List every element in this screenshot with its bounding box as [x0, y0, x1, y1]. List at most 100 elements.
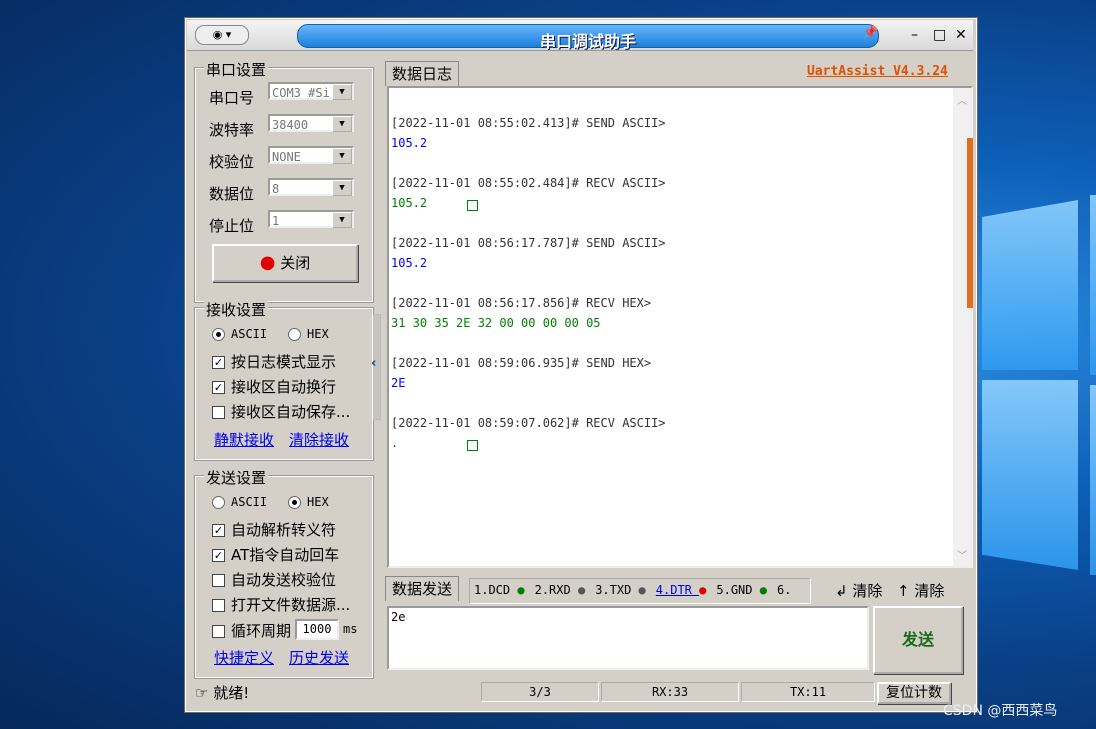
- cycle-unit: ms: [343, 622, 358, 636]
- signal-bar: 1.DCD ● 2.RXD ● 3.TXD ● 4.DTR ● 5.GND ● 6.: [469, 578, 811, 604]
- stopbits-select[interactable]: 1 ▼: [268, 210, 354, 228]
- collapse-left-icon[interactable]: ‹: [371, 356, 376, 371]
- radio-unchecked-icon: [212, 496, 225, 509]
- signal-indicator: 5.GND ●: [716, 583, 767, 597]
- log-header: [2022-11-01 08:59:07.062]# RECV ASCII>: [391, 416, 666, 430]
- close-button[interactable]: ✕: [955, 26, 967, 44]
- tab-data-log[interactable]: 数据日志: [385, 61, 460, 86]
- radio-checked-icon: [288, 496, 301, 509]
- log-data: 105.2: [391, 196, 428, 210]
- clear-recv-link[interactable]: 清除接收: [289, 429, 349, 450]
- eye-icon: ◉ ▾: [212, 28, 232, 41]
- signal-indicator: 2.RXD ●: [534, 583, 586, 597]
- checkbox-unchecked-icon: [212, 625, 225, 638]
- mute-recv-link[interactable]: 静默接收: [214, 429, 274, 450]
- arrow-up-icon: ↑: [897, 582, 910, 600]
- status-dot-icon: ●: [517, 583, 525, 597]
- parity-label: 校验位: [209, 153, 255, 171]
- cycle-checkbox[interactable]: 循环周期: [212, 620, 291, 641]
- serial-settings-title: 串口设置: [204, 59, 269, 80]
- status-dot-icon: ●: [638, 583, 646, 597]
- hand-pointer-icon: ☞: [195, 684, 209, 702]
- recv-ascii-radio[interactable]: ASCII: [212, 327, 267, 341]
- watermark: CSDN @西西菜鸟: [943, 703, 1058, 719]
- chevron-down-icon: ▼: [332, 84, 352, 100]
- version-link[interactable]: UartAssist V4.3.24: [807, 64, 948, 79]
- send-input[interactable]: 2e: [387, 606, 869, 670]
- log-header: [2022-11-01 08:55:02.413]# SEND ASCII>: [391, 116, 666, 130]
- window-title: 串口调试助手: [539, 32, 636, 51]
- log-data: 31 30 35 2E 32 00 00 00 00 05: [391, 316, 601, 330]
- recv-settings-group: 接收设置 ASCII HEX ✓ 按日志模式显示 ✓ 接收区自动换行 接收区自动保存…: [194, 299, 374, 461]
- title-bar[interactable]: ◉ ▾ 串口调试助手 📌 – □ ✕: [187, 20, 973, 51]
- status-dot-icon: ●: [699, 583, 707, 597]
- port-label: 串口号: [209, 89, 255, 107]
- auto-wrap-checkbox[interactable]: ✓ 接收区自动换行: [212, 376, 336, 397]
- recv-settings-title: 接收设置: [204, 299, 269, 320]
- chevron-down-icon: ▼: [332, 212, 352, 228]
- log-header: [2022-11-01 08:55:02.484]# RECV ASCII>: [391, 176, 666, 190]
- send-hex-radio[interactable]: HEX: [288, 495, 329, 509]
- stopbits-label: 停止位: [209, 217, 255, 235]
- status-rx: RX:33: [601, 682, 739, 702]
- checkbox-checked-icon: ✓: [212, 549, 225, 562]
- auto-save-checkbox[interactable]: 接收区自动保存...: [212, 401, 350, 422]
- send-button[interactable]: 发送: [873, 606, 963, 674]
- desktop-pane-top: [982, 200, 1078, 370]
- shortcut-link[interactable]: 快捷定义: [214, 647, 274, 668]
- chevron-down-icon: ▼: [332, 116, 352, 132]
- status-tx: TX:11: [741, 682, 875, 702]
- chevron-down-icon: ▼: [332, 180, 352, 196]
- escape-checkbox[interactable]: ✓ 自动解析转义符: [212, 519, 336, 540]
- clear-right-button[interactable]: ↑ 清除: [897, 580, 944, 601]
- arrow-return-icon: ↲: [835, 582, 848, 600]
- checkbox-unchecked-icon: [212, 406, 225, 419]
- log-data: .: [391, 436, 399, 450]
- radio-unchecked-icon: [288, 328, 301, 341]
- system-menu-button[interactable]: ◉ ▾: [195, 25, 249, 45]
- minimize-button[interactable]: –: [911, 26, 918, 44]
- status-ready: ☞ 就绪!: [195, 684, 250, 702]
- databits-label: 数据位: [209, 185, 255, 203]
- pin-icon[interactable]: 📌: [863, 25, 891, 43]
- signal-indicator: 6.: [776, 583, 792, 597]
- parity-select[interactable]: NONE ▼: [268, 146, 354, 164]
- desktop-pane-right-bottom: [1090, 385, 1096, 575]
- open-close-button[interactable]: ● 关闭: [212, 244, 358, 282]
- receive-log[interactable]: [2022-11-01 08:55:02.413]# SEND ASCII> 10…: [387, 86, 973, 568]
- recv-hex-radio[interactable]: HEX: [288, 327, 329, 341]
- cycle-input[interactable]: 1000: [295, 619, 339, 640]
- chevron-up-icon[interactable]: ︿: [957, 92, 967, 107]
- port-select[interactable]: COM3 #Si] ▼: [268, 82, 354, 100]
- clear-left-button[interactable]: ↲ 清除: [835, 580, 882, 601]
- signal-indicator: 3.TXD ●: [595, 583, 646, 597]
- baud-label: 波特率: [209, 121, 255, 139]
- log-header: [2022-11-01 08:56:17.856]# RECV HEX>: [391, 296, 652, 310]
- send-ascii-radio[interactable]: ASCII: [212, 495, 267, 509]
- log-data: 105.2: [391, 136, 428, 150]
- open-close-label: 关闭: [280, 254, 311, 272]
- scroll-accent: [967, 138, 973, 308]
- checkbox-checked-icon: ✓: [212, 381, 225, 394]
- log-mode-checkbox[interactable]: ✓ 按日志模式显示: [212, 351, 336, 372]
- checksum-checkbox[interactable]: 自动发送校验位: [212, 569, 336, 590]
- reset-count-button[interactable]: 复位计数: [877, 682, 951, 704]
- tab-data-send[interactable]: 数据发送: [385, 576, 460, 601]
- unknown-char-box-icon: [467, 200, 478, 211]
- desktop-pane-right-top: [1090, 195, 1096, 375]
- signal-indicator: 1.DCD ●: [474, 583, 525, 597]
- chevron-down-icon[interactable]: ﹀: [957, 547, 967, 562]
- radio-checked-icon: [212, 328, 225, 341]
- databits-select[interactable]: 8 ▼: [268, 178, 354, 196]
- red-light-icon: ●: [259, 252, 276, 273]
- file-source-checkbox[interactable]: 打开文件数据源...: [212, 594, 350, 615]
- baud-select[interactable]: 38400 ▼: [268, 114, 354, 132]
- status-dot-icon: ●: [759, 583, 767, 597]
- checkbox-checked-icon: ✓: [212, 524, 225, 537]
- at-cr-checkbox[interactable]: ✓ AT指令自动回车: [212, 544, 339, 565]
- history-link[interactable]: 历史发送: [289, 647, 349, 668]
- log-data: 2E: [391, 376, 406, 390]
- status-dot-icon: ●: [577, 583, 586, 597]
- maximize-button[interactable]: □: [933, 26, 946, 44]
- log-header: [2022-11-01 08:59:06.935]# SEND HEX>: [391, 356, 652, 370]
